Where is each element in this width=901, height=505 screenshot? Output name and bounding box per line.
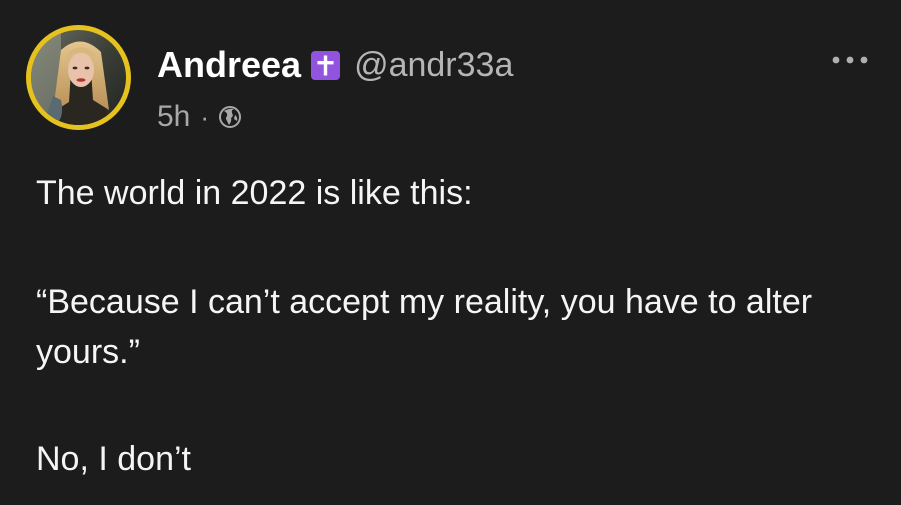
more-options-icon [832,56,868,64]
more-options-button[interactable] [826,46,874,74]
latin-cross-icon [311,50,341,80]
author-handle[interactable]: @andr33a [354,46,513,85]
post-paragraph-1: The world in 2022 is like this: [36,174,473,212]
author-avatar[interactable] [26,25,131,130]
post-paragraph-3: No, I don’t [36,440,191,478]
post-meta: 5h · [157,98,242,136]
post-card: Andreea @andr33a 5h · The world in 2022 [0,0,901,505]
post-paragraph-2: “Because I can’t accept my reality, you … [36,283,813,371]
author-row: Andreea @andr33a [157,40,513,90]
meta-separator: · [200,101,210,132]
author-display-name[interactable]: Andreea [157,44,301,86]
avatar-photo [31,30,126,125]
globe-icon [219,106,242,128]
post-timestamp[interactable]: 5h [157,100,190,134]
